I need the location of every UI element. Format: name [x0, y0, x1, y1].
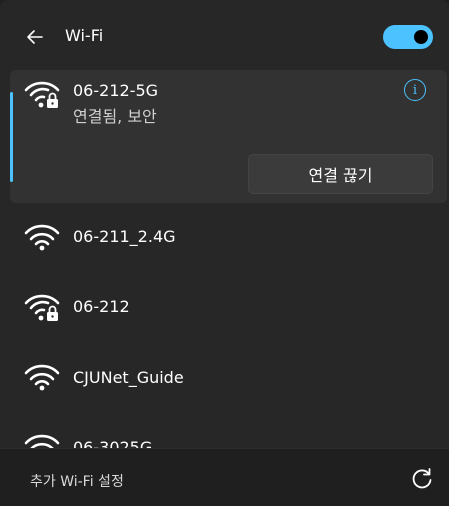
selection-indicator: [10, 92, 13, 182]
network-name: 06-212-5G: [73, 81, 159, 100]
more-wifi-settings-link[interactable]: 추가 Wi-Fi 설정: [30, 471, 124, 491]
wifi-signal-icon: [24, 434, 60, 448]
refresh-icon[interactable]: [409, 466, 435, 492]
info-icon: i: [412, 82, 418, 98]
network-status: 연결됨, 보안: [73, 107, 157, 126]
network-item[interactable]: 06-211_2.4G: [0, 203, 449, 273]
toggle-knob: [414, 30, 428, 44]
network-item[interactable]: CJUNet_Guide: [0, 343, 449, 413]
wifi-signal-icon: [24, 364, 60, 391]
wifi-signal-icon: [24, 224, 60, 251]
info-button[interactable]: i: [404, 79, 426, 101]
network-item[interactable]: 06-212: [0, 273, 449, 343]
wifi-secured-icon: [24, 81, 60, 108]
network-item-connected[interactable]: 06-212-5G 연결됨, 보안 i 연결 끊기: [10, 70, 447, 203]
network-name: 06-212: [73, 297, 130, 316]
network-item[interactable]: 06-3025G: [0, 413, 449, 448]
network-name: CJUNet_Guide: [73, 368, 184, 387]
disconnect-button[interactable]: 연결 끊기: [248, 154, 433, 194]
wifi-header: Wi-Fi: [0, 0, 449, 72]
page-title: Wi-Fi: [65, 26, 104, 45]
back-button[interactable]: [22, 24, 48, 50]
wifi-flyout: Wi-Fi 06-212-5G 연결됨, 보안 i 연결 끊기 06-211_2…: [0, 0, 449, 506]
back-arrow-icon: [27, 30, 43, 44]
footer: 추가 Wi-Fi 설정: [0, 448, 449, 506]
wifi-toggle[interactable]: [383, 25, 433, 49]
network-name: 06-211_2.4G: [73, 227, 176, 246]
wifi-secured-icon: [24, 294, 60, 321]
network-name: 06-3025G: [73, 438, 153, 448]
network-list[interactable]: 06-212-5G 연결됨, 보안 i 연결 끊기 06-211_2.4G 06…: [0, 70, 449, 448]
